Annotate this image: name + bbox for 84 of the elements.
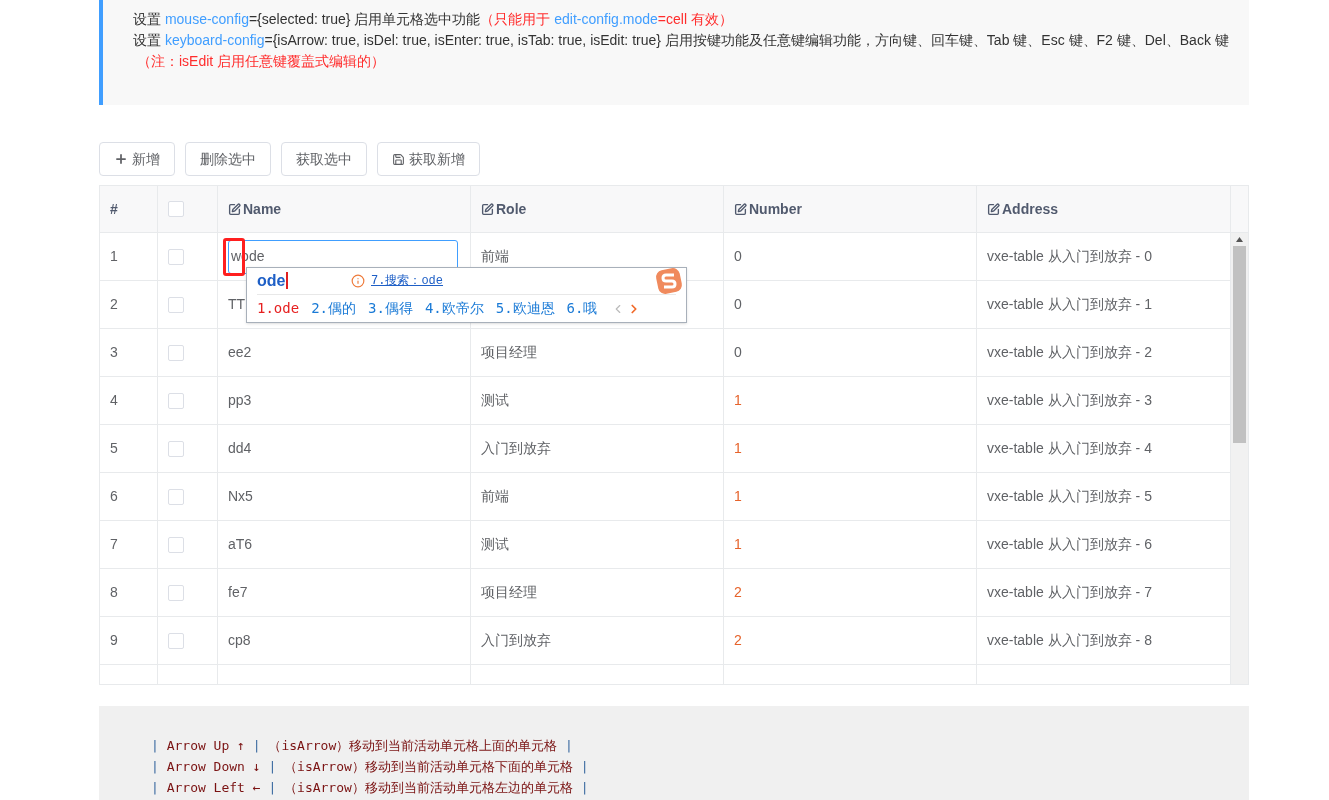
info-icon: [351, 274, 365, 288]
column-header: Name: [243, 199, 282, 219]
table-cell-text: 前端: [481, 247, 509, 266]
table-cell-text: 2: [734, 583, 742, 602]
table-cell-text: vxe-table 从入门到放弃 - 2: [987, 343, 1152, 362]
row-number: 1: [110, 247, 118, 266]
row-number: 2: [110, 295, 118, 314]
table-cell-text: 项目经理: [481, 583, 537, 602]
ime-candidate[interactable]: 1.ode: [257, 298, 300, 319]
edit-icon: [734, 202, 747, 216]
column-header: #: [110, 199, 118, 219]
checkbox[interactable]: [168, 440, 184, 457]
doc-line: | Arrow Down ↓ | （isArrow）移动到当前活动单元格下面的单元格 |: [151, 758, 590, 776]
ime-candidate[interactable]: 3.偶得: [368, 298, 413, 319]
note-text: 设置 mouse-config={selected: true} 启用单元格选中功能（只能用于 edit-config.mode=cell 有效）: [133, 10, 734, 29]
row-number: 9: [110, 631, 118, 650]
note-text: （注：isEdit 启用任意键覆盖式编辑的）: [136, 52, 387, 71]
table-cell-text: TT: [228, 295, 246, 314]
plus-icon: [114, 152, 128, 166]
column-header: Role: [496, 199, 527, 219]
table-cell-text: 0: [734, 295, 742, 314]
toolbar-button[interactable]: 获取新增: [377, 142, 480, 176]
checkbox[interactable]: [168, 296, 184, 313]
checkbox[interactable]: [168, 632, 184, 649]
save-icon: [392, 152, 405, 166]
checkbox[interactable]: [168, 536, 184, 553]
edit-icon: [228, 202, 241, 216]
table-cell-text: vxe-table 从入门到放弃 - 6: [987, 535, 1152, 554]
table-cell-text: fe7: [228, 583, 248, 602]
toolbar-button[interactable]: 获取选中: [281, 142, 367, 176]
doc-line: | Arrow Left ← | （isArrow）移动到当前活动单元格左边的单元格 |: [151, 779, 590, 797]
table-cell-text: Nx5: [228, 487, 253, 506]
column-header: Number: [749, 199, 802, 219]
table-cell-text: vxe-table 从入门到放弃 - 8: [987, 631, 1152, 650]
table-cell-text: 1: [734, 439, 742, 458]
checkbox[interactable]: [168, 344, 184, 361]
note-text: 设置 keyboard-config={isArrow: true, isDel: true, isEnter: true, isTab: true, isEdit: true} 启用按键功能及任意键编辑功能，方向键、回车键、Tab 键、Esc 键、F2 键、Del、Back 键: [133, 31, 1230, 50]
ime-candidate[interactable]: 4.欧帝尔: [424, 298, 484, 319]
table-cell-text: 0: [734, 343, 742, 362]
table-cell-text: vxe-table 从入门到放弃 - 7: [987, 583, 1152, 602]
ime-candidate[interactable]: 6.哦: [566, 298, 598, 319]
table-cell-text: 1: [734, 535, 742, 554]
table-cell-text: vxe-table 从入门到放弃 - 3: [987, 391, 1152, 410]
checkbox[interactable]: [168, 201, 184, 217]
row-number: 7: [110, 535, 118, 554]
toolbar-button[interactable]: 删除选中: [185, 142, 271, 176]
toolbar-button[interactable]: 新增: [99, 142, 175, 176]
checkbox[interactable]: [168, 488, 184, 505]
checkbox[interactable]: [168, 584, 184, 601]
table-cell-text: ee2: [228, 343, 252, 362]
scrollbar[interactable]: [1231, 233, 1248, 684]
row-number: 8: [110, 583, 118, 602]
table-cell-text: dd4: [228, 439, 252, 458]
table-cell-text: vxe-table 从入门到放弃 - 5: [987, 487, 1152, 506]
table-cell-text: 入门到放弃: [481, 439, 551, 458]
row-number: 5: [110, 439, 118, 458]
table-cell-text: 测试: [481, 391, 509, 410]
edit-icon: [987, 202, 1000, 216]
table-cell-text: cp8: [228, 631, 251, 650]
doc-line: | Arrow Up ↑ | （isArrow）移动到当前活动单元格上面的单元格 |: [151, 737, 574, 755]
table-cell-text: 项目经理: [481, 343, 537, 362]
ime-candidate[interactable]: 5.欧迪恩: [495, 298, 555, 319]
table-cell-text: 1: [734, 487, 742, 506]
table-cell-text: pp3: [228, 391, 252, 410]
table-cell-text: 测试: [481, 535, 509, 554]
table-cell-text: 0: [734, 247, 742, 266]
row-number: 3: [110, 343, 118, 362]
table-cell-text: 入门到放弃: [481, 631, 551, 650]
checkbox[interactable]: [168, 248, 184, 265]
table-cell-text: 1: [734, 391, 742, 410]
ime-candidate[interactable]: 2.偶的: [311, 298, 356, 319]
row-number: 4: [110, 391, 118, 410]
table-cell-text: 2: [734, 631, 742, 650]
edit-icon: [481, 202, 494, 216]
scroll-up-icon[interactable]: [1236, 237, 1243, 242]
column-header: Address: [1002, 199, 1059, 219]
table-cell-text: vxe-table 从入门到放弃 - 0: [987, 247, 1152, 266]
search-link[interactable]: 7.搜索：ode: [371, 272, 443, 290]
table-cell-text: vxe-table 从入门到放弃 - 4: [987, 439, 1152, 458]
checkbox[interactable]: [168, 392, 184, 409]
table-cell-text: 前端: [481, 487, 509, 506]
table-cell-text: vxe-table 从入门到放弃 - 1: [987, 295, 1152, 314]
row-number: 6: [110, 487, 118, 506]
table-cell-text: aT6: [228, 535, 253, 554]
